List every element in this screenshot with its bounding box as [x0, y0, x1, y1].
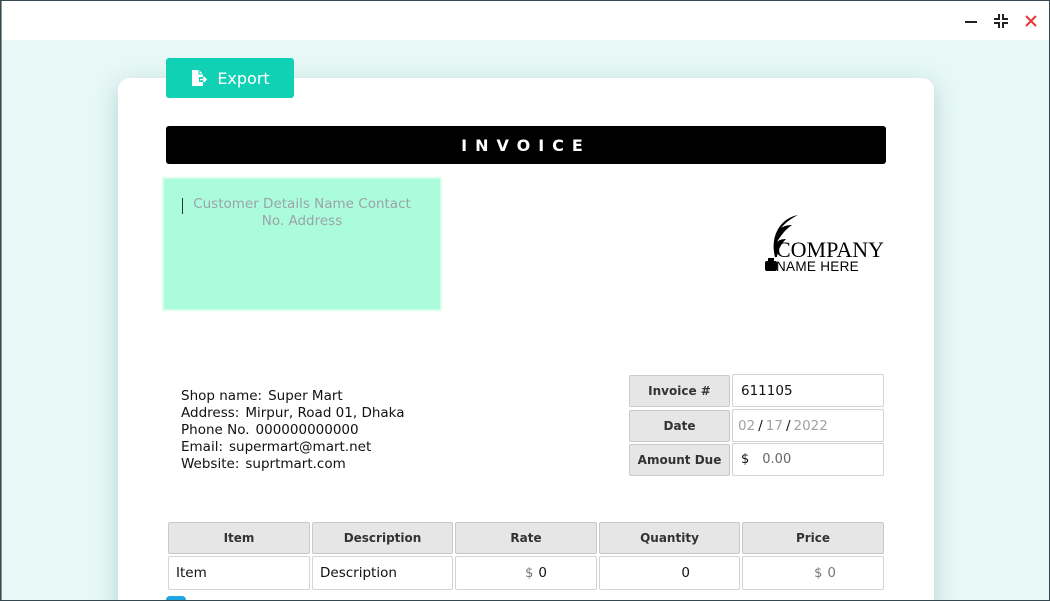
price-cell: $ 0	[742, 556, 884, 590]
date-separator: /	[758, 417, 763, 434]
company-logo[interactable]: COMPANY NAME HERE	[758, 213, 888, 275]
shop-address-label: Address:	[181, 405, 240, 421]
shop-address-value: Mirpur, Road 01, Dhaka	[245, 405, 405, 421]
invoice-number-field[interactable]: 611105	[732, 374, 884, 407]
customer-details-placeholder: Customer Details Name Contact No. Addres…	[193, 196, 411, 229]
shop-name-value: Super Mart	[268, 388, 343, 404]
date-year: 2022	[793, 417, 828, 434]
item-value: Item	[176, 565, 207, 581]
invoice-title-bar: INVOICE	[166, 126, 886, 164]
table-header-quantity: Quantity	[599, 522, 740, 554]
window-controls	[962, 11, 1040, 31]
shop-website-row: Website: suprtmart.com	[181, 456, 405, 473]
table-header-rate: Rate	[455, 522, 597, 554]
price-currency: $	[814, 565, 823, 581]
rate-currency: $	[525, 565, 534, 581]
invoice-title: INVOICE	[461, 135, 591, 155]
date-field[interactable]: 02 / 17 / 2022	[732, 409, 884, 442]
shop-phone-value: 000000000000	[255, 422, 359, 438]
quantity-value: 0	[681, 565, 690, 581]
file-export-icon	[192, 70, 208, 86]
date-day: 17	[765, 417, 783, 434]
invoice-number-label: Invoice #	[629, 375, 730, 407]
customer-details-textarea[interactable]: Customer Details Name Contact No. Addres…	[162, 177, 442, 311]
shop-email-row: Email: supermart@mart.net	[181, 439, 405, 456]
add-row-button[interactable]	[166, 596, 186, 601]
minimize-icon[interactable]	[962, 11, 980, 31]
item-cell[interactable]: Item	[168, 556, 310, 590]
logo-name-here-text: NAME HERE	[776, 259, 859, 274]
shop-website-value: suprtmart.com	[245, 456, 346, 472]
rate-cell[interactable]: $ 0	[455, 556, 597, 590]
shop-address-row: Address: Mirpur, Road 01, Dhaka	[181, 405, 405, 422]
export-button[interactable]: Export	[166, 58, 294, 98]
window-titlebar	[0, 0, 1050, 41]
date-label: Date	[629, 410, 730, 442]
date-separator: /	[785, 417, 791, 434]
amount-due-currency: $	[741, 452, 750, 467]
invoice-number-value: 611105	[741, 382, 793, 399]
shop-name-row: Shop name: Super Mart	[181, 388, 405, 405]
shop-phone-row: Phone No. 000000000000	[181, 422, 405, 439]
amount-due-field[interactable]: $ 0.00	[732, 443, 884, 476]
table-header-description: Description	[312, 522, 453, 554]
table-header-price: Price	[742, 522, 884, 554]
table-header-item: Item	[168, 522, 310, 554]
amount-due-label: Amount Due	[629, 444, 730, 476]
shop-email-value: supermart@mart.net	[229, 439, 372, 455]
restore-icon[interactable]	[992, 11, 1010, 31]
price-value: 0	[827, 565, 836, 581]
shop-email-label: Email:	[181, 439, 224, 455]
date-month: 02	[738, 417, 756, 434]
shop-website-label: Website:	[181, 456, 240, 472]
rate-value: 0	[538, 565, 547, 581]
shop-phone-label: Phone No.	[181, 422, 250, 438]
shop-name-label: Shop name:	[181, 388, 263, 404]
description-value: Description	[320, 565, 397, 581]
text-caret	[182, 198, 183, 214]
window-left-edge	[0, 0, 2, 601]
shop-info: Shop name: Super Mart Address: Mirpur, Roa…	[181, 388, 405, 473]
description-cell[interactable]: Description	[312, 556, 453, 590]
close-icon[interactable]	[1022, 11, 1040, 31]
export-button-label: Export	[217, 68, 270, 88]
quantity-cell[interactable]: 0	[599, 556, 740, 590]
amount-due-value: 0.00	[762, 452, 792, 467]
